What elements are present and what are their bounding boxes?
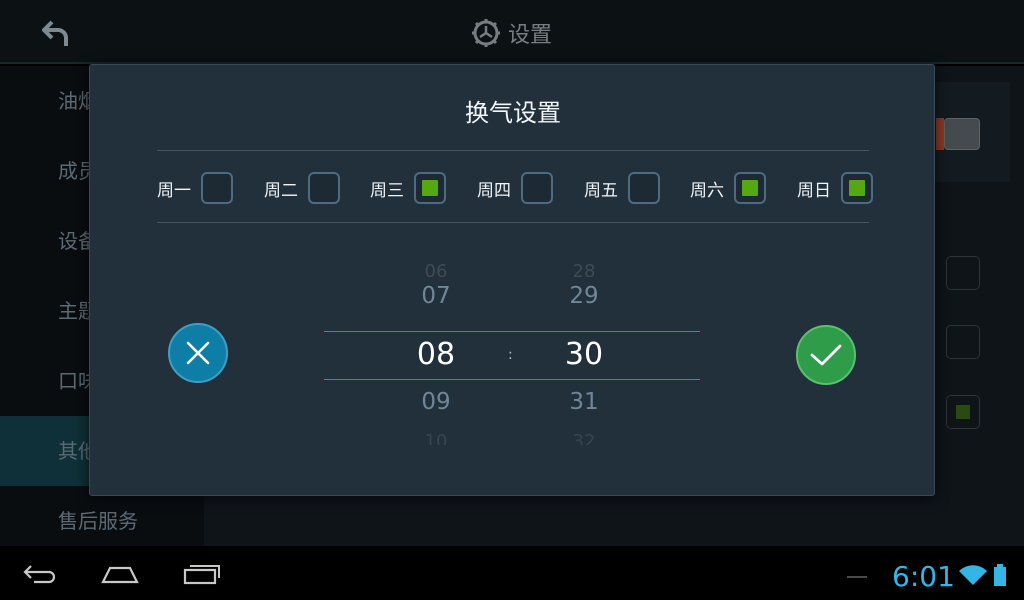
checkmark-icon — [810, 344, 842, 366]
divider — [157, 150, 869, 151]
day-checkbox[interactable] — [841, 172, 873, 204]
day-label: 周四 — [477, 180, 511, 201]
day-checkbox[interactable] — [308, 172, 340, 204]
hour-option[interactable]: 06 — [396, 261, 476, 277]
settings-checkbox[interactable] — [946, 325, 980, 359]
back-button[interactable] — [40, 18, 74, 48]
wifi-icon — [959, 565, 987, 585]
settings-checkbox[interactable] — [946, 395, 980, 429]
hour-option[interactable]: 10 — [396, 431, 476, 445]
time-picker: 06 07 08 : 30 09 10 28 29 31 32 — [324, 255, 702, 455]
close-icon — [186, 341, 210, 365]
status-clock: 6:01 — [892, 560, 955, 593]
hour-selected[interactable]: 08 — [396, 337, 476, 372]
back-arrow-icon — [42, 20, 68, 46]
gear-icon — [472, 19, 500, 47]
minute-option[interactable]: 29 — [544, 283, 624, 309]
picker-selection-line — [324, 379, 700, 380]
minute-option[interactable]: 28 — [544, 261, 624, 277]
minute-selected[interactable]: 30 — [544, 337, 624, 372]
hour-option[interactable]: 09 — [396, 389, 476, 415]
day-label: 周六 — [690, 180, 724, 201]
minute-option[interactable]: 32 — [544, 431, 624, 445]
day-label: 周二 — [264, 180, 298, 201]
day-wednesday[interactable]: 周三 — [370, 171, 446, 205]
picker-selection-line — [324, 331, 700, 332]
nav-home-icon[interactable] — [101, 560, 139, 586]
divider — [157, 222, 869, 223]
page-title-text: 设置 — [508, 23, 553, 48]
page-title: 设置 — [470, 16, 552, 50]
notification-dash — [847, 576, 867, 578]
day-label: 周一 — [157, 180, 191, 201]
nav-back-icon[interactable] — [22, 560, 58, 586]
app-header: 设置 — [0, 0, 1024, 64]
battery-icon — [994, 564, 1006, 586]
settings-checkbox[interactable] — [946, 256, 980, 290]
toggle-accent — [936, 118, 944, 150]
day-tuesday[interactable]: 周二 — [264, 171, 340, 205]
day-checkbox[interactable] — [414, 172, 446, 204]
day-checkbox[interactable] — [521, 172, 553, 204]
day-sunday[interactable]: 周日 — [797, 171, 873, 205]
settings-toggle[interactable] — [944, 118, 980, 150]
day-checkbox[interactable] — [734, 172, 766, 204]
time-separator: : — [508, 347, 513, 363]
day-saturday[interactable]: 周六 — [690, 171, 766, 205]
day-checkbox[interactable] — [628, 172, 660, 204]
minute-option[interactable]: 31 — [544, 389, 624, 415]
dialog-title: 换气设置 — [465, 99, 561, 127]
hour-option[interactable]: 07 — [396, 283, 476, 309]
day-checkbox[interactable] — [201, 172, 233, 204]
cancel-button[interactable] — [168, 323, 228, 383]
day-monday[interactable]: 周一 — [157, 171, 233, 205]
day-label: 周三 — [370, 180, 404, 201]
ventilation-settings-dialog: 换气设置 周一 周二 周三 周四 周五 周六 周日 06 07 08: 30 … — [89, 64, 935, 496]
confirm-button[interactable] — [796, 325, 856, 385]
day-label: 周五 — [584, 180, 618, 201]
nav-recents-icon[interactable] — [183, 560, 221, 586]
day-thursday[interactable]: 周四 — [477, 171, 553, 205]
day-friday[interactable]: 周五 — [584, 171, 660, 205]
system-nav-bar — [0, 546, 1024, 600]
day-label: 周日 — [797, 180, 831, 201]
